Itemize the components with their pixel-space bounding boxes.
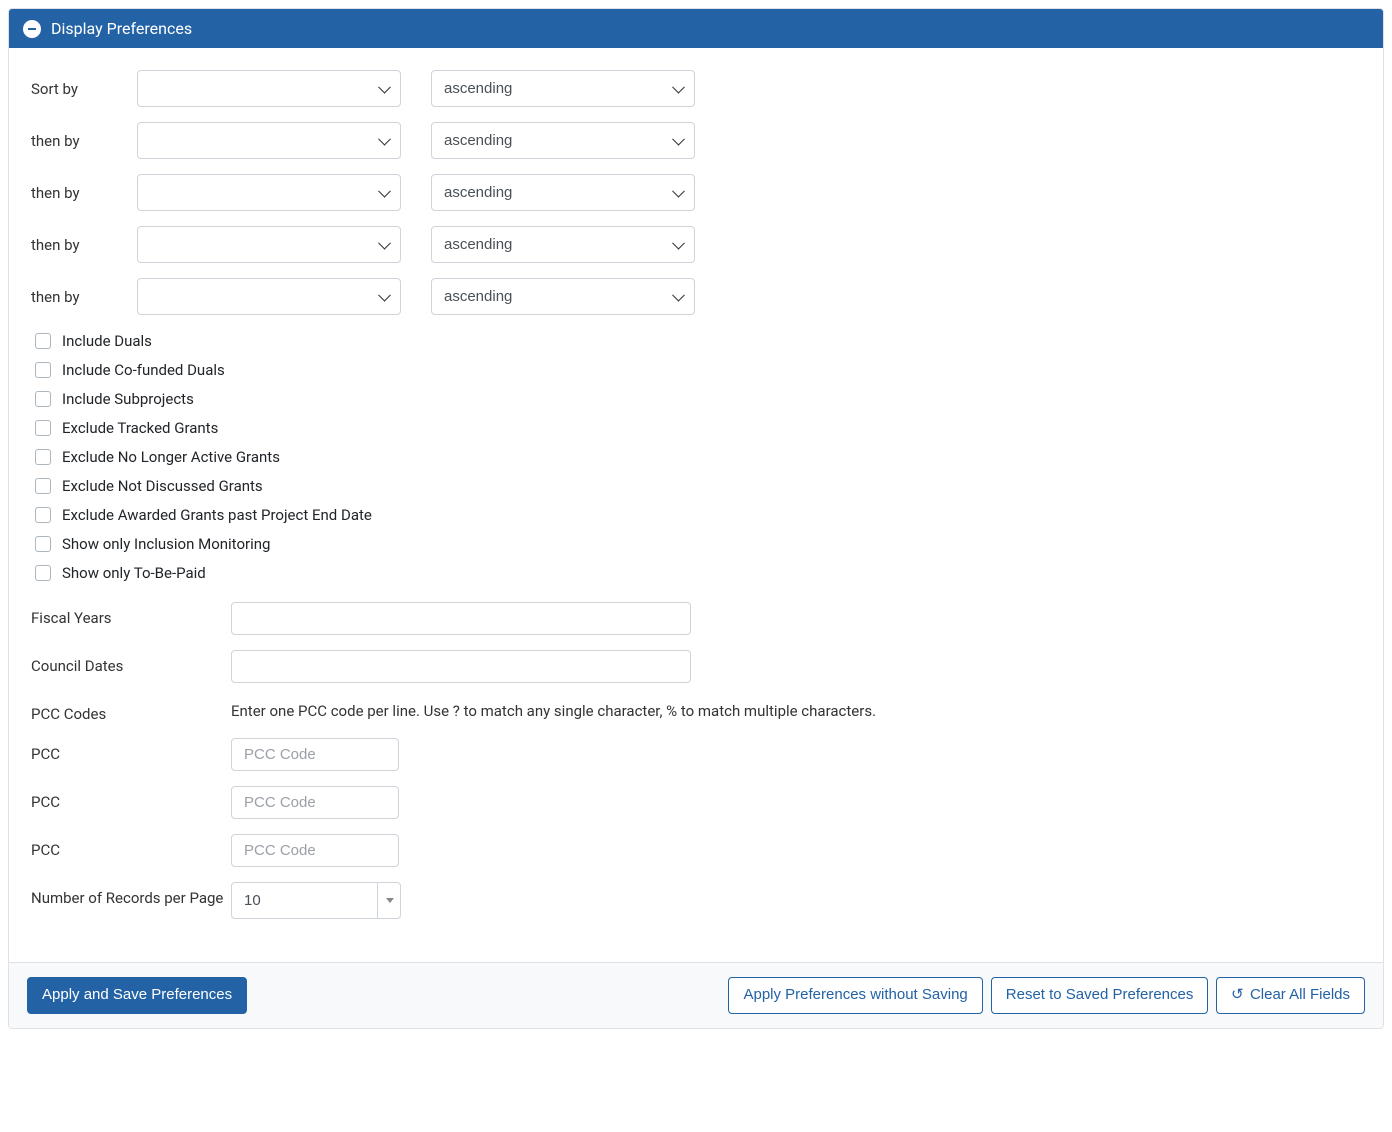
sort-order-wrap: ascending	[431, 122, 695, 159]
pcc-codes-label: PCC Codes	[31, 698, 231, 723]
council-dates-row: Council Dates	[31, 650, 1361, 683]
checkbox-row: Exclude Awarded Grants past Project End …	[31, 504, 1361, 526]
sort-row-2: then by ascending	[31, 174, 1361, 211]
checkbox-row: Include Co-funded Duals	[31, 359, 1361, 381]
sort-order-select[interactable]: ascending	[431, 174, 695, 211]
pcc-row-2: PCC	[31, 834, 1361, 867]
checkbox-label: Exclude Not Discussed Grants	[62, 477, 263, 495]
pcc-input-0[interactable]	[231, 738, 399, 771]
sort-label: then by	[31, 288, 137, 306]
show-only-to-be-paid-checkbox[interactable]	[35, 565, 51, 581]
sort-order-wrap: ascending	[431, 174, 695, 211]
apply-and-save-button[interactable]: Apply and Save Preferences	[27, 977, 247, 1014]
include-cofunded-duals-checkbox[interactable]	[35, 362, 51, 378]
checkbox-label: Show only To-Be-Paid	[62, 564, 206, 582]
sort-row-4: then by ascending	[31, 278, 1361, 315]
apply-without-saving-button[interactable]: Apply Preferences without Saving	[728, 977, 982, 1014]
sort-order-wrap: ascending	[431, 226, 695, 263]
checkbox-row: Exclude No Longer Active Grants	[31, 446, 1361, 468]
pcc-input-1[interactable]	[231, 786, 399, 819]
sort-label: then by	[31, 236, 137, 254]
records-per-page-row: Number of Records per Page 10	[31, 882, 1361, 919]
checkbox-label: Include Subprojects	[62, 390, 194, 408]
checkbox-label: Include Co-funded Duals	[62, 361, 225, 379]
sort-row-3: then by ascending	[31, 226, 1361, 263]
checkbox-label: Exclude No Longer Active Grants	[62, 448, 280, 466]
sort-field-wrap	[137, 70, 401, 107]
display-preferences-panel: Display Preferences Sort by ascending th…	[8, 8, 1384, 1029]
fiscal-years-label: Fiscal Years	[31, 602, 231, 627]
show-only-inclusion-monitoring-checkbox[interactable]	[35, 536, 51, 552]
sort-field-select[interactable]	[137, 174, 401, 211]
fiscal-years-input[interactable]	[231, 602, 691, 635]
include-duals-checkbox[interactable]	[35, 333, 51, 349]
apply-and-save-label: Apply and Save Preferences	[42, 986, 232, 1005]
clear-all-fields-label: Clear All Fields	[1250, 986, 1350, 1005]
sort-field-wrap	[137, 174, 401, 211]
checkbox-row: Include Subprojects	[31, 388, 1361, 410]
reset-to-saved-button[interactable]: Reset to Saved Preferences	[991, 977, 1209, 1014]
checkbox-row: Exclude Tracked Grants	[31, 417, 1361, 439]
sort-order-select[interactable]: ascending	[431, 278, 695, 315]
clear-all-fields-button[interactable]: ↻ Clear All Fields	[1216, 977, 1365, 1014]
records-per-page-label: Number of Records per Page	[31, 882, 231, 907]
sort-order-wrap: ascending	[431, 70, 695, 107]
sort-row-1: then by ascending	[31, 122, 1361, 159]
reset-to-saved-label: Reset to Saved Preferences	[1006, 986, 1194, 1005]
pcc-codes-instructions: Enter one PCC code per line. Use ? to ma…	[231, 698, 876, 720]
panel-body: Sort by ascending then by ascending	[9, 48, 1383, 962]
sort-label: then by	[31, 184, 137, 202]
checkbox-row: Include Duals	[31, 330, 1361, 352]
undo-icon: ↻	[1231, 986, 1244, 1005]
pcc-label: PCC	[31, 786, 231, 811]
sort-field-select[interactable]	[137, 278, 401, 315]
checkbox-label: Exclude Tracked Grants	[62, 419, 218, 437]
panel-title: Display Preferences	[51, 19, 192, 38]
pcc-label: PCC	[31, 834, 231, 859]
sort-order-wrap: ascending	[431, 278, 695, 315]
include-subprojects-checkbox[interactable]	[35, 391, 51, 407]
panel-header[interactable]: Display Preferences	[9, 9, 1383, 48]
exclude-awarded-past-end-checkbox[interactable]	[35, 507, 51, 523]
council-dates-label: Council Dates	[31, 650, 231, 675]
council-dates-input[interactable]	[231, 650, 691, 683]
exclude-not-discussed-checkbox[interactable]	[35, 478, 51, 494]
sort-field-select[interactable]	[137, 122, 401, 159]
pcc-codes-row: PCC Codes Enter one PCC code per line. U…	[31, 698, 1361, 723]
pcc-row-1: PCC	[31, 786, 1361, 819]
sort-order-select[interactable]: ascending	[431, 226, 695, 263]
checkbox-row: Exclude Not Discussed Grants	[31, 475, 1361, 497]
fiscal-years-row: Fiscal Years	[31, 602, 1361, 635]
sort-row-0: Sort by ascending	[31, 70, 1361, 107]
sort-label: Sort by	[31, 80, 137, 98]
sort-field-wrap	[137, 278, 401, 315]
exclude-no-longer-active-checkbox[interactable]	[35, 449, 51, 465]
checkbox-label: Exclude Awarded Grants past Project End …	[62, 506, 372, 524]
sort-field-wrap	[137, 122, 401, 159]
sort-order-select[interactable]: ascending	[431, 122, 695, 159]
pcc-label: PCC	[31, 738, 231, 763]
records-per-page-select[interactable]: 10	[231, 882, 401, 919]
exclude-tracked-grants-checkbox[interactable]	[35, 420, 51, 436]
apply-without-saving-label: Apply Preferences without Saving	[743, 986, 967, 1005]
footer-right-group: Apply Preferences without Saving Reset t…	[728, 977, 1365, 1014]
pcc-row-0: PCC	[31, 738, 1361, 771]
sort-field-select[interactable]	[137, 226, 401, 263]
checkbox-label: Show only Inclusion Monitoring	[62, 535, 270, 553]
sort-field-wrap	[137, 226, 401, 263]
pcc-input-2[interactable]	[231, 834, 399, 867]
checkbox-row: Show only To-Be-Paid	[31, 562, 1361, 584]
checkbox-label: Include Duals	[62, 332, 152, 350]
panel-footer: Apply and Save Preferences Apply Prefere…	[9, 962, 1383, 1028]
records-per-page-wrap: 10	[231, 882, 401, 919]
sort-label: then by	[31, 132, 137, 150]
checkbox-list: Include Duals Include Co-funded Duals In…	[31, 330, 1361, 584]
sort-order-select[interactable]: ascending	[431, 70, 695, 107]
checkbox-row: Show only Inclusion Monitoring	[31, 533, 1361, 555]
sort-field-select[interactable]	[137, 70, 401, 107]
collapse-icon[interactable]	[23, 20, 41, 38]
